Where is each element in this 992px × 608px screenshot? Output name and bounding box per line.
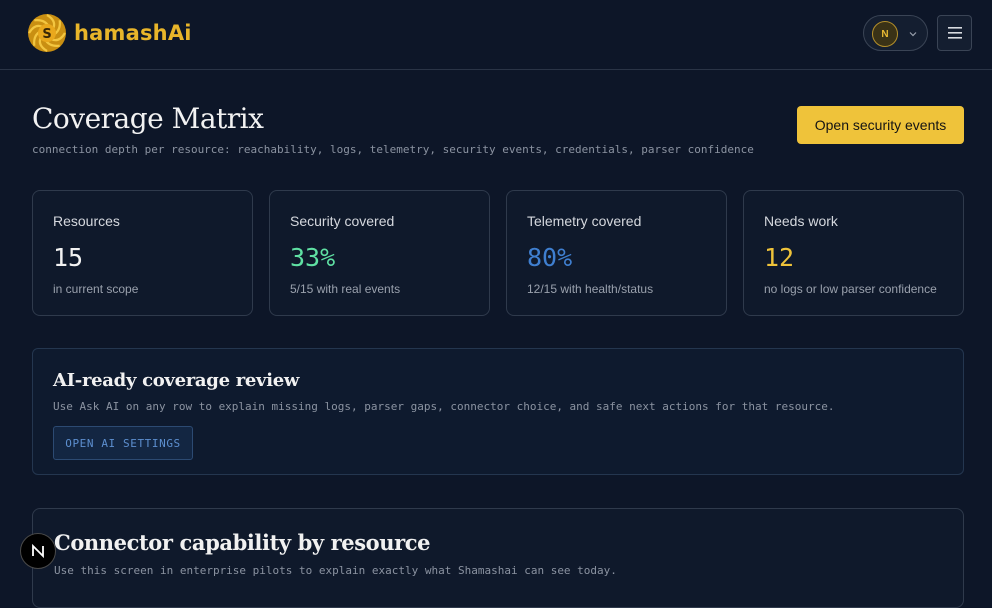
connector-panel-title: Connector capability by resource — [54, 530, 431, 555]
hamburger-menu-button[interactable] — [937, 15, 972, 51]
letter-n-icon — [32, 543, 44, 559]
stat-value: 80% — [527, 243, 573, 272]
stat-value: 15 — [53, 243, 84, 272]
stat-label: Needs work — [764, 213, 838, 229]
stat-caption: no logs or low parser confidence — [764, 282, 937, 296]
ai-panel-description: Use Ask AI on any row to explain missing… — [53, 400, 835, 413]
stat-value: 12 — [764, 243, 795, 272]
hamburger-icon — [947, 27, 962, 39]
page-subtitle: connection depth per resource: reachabil… — [32, 143, 754, 156]
stat-caption: 5/15 with real events — [290, 282, 401, 296]
stat-label: Resources — [53, 213, 120, 229]
chevron-down-icon — [909, 32, 917, 37]
stat-label: Telemetry covered — [527, 213, 642, 229]
svg-text:S: S — [42, 27, 51, 42]
stat-card-resources: Resources 15 in current scope — [32, 190, 253, 316]
avatar: N — [872, 21, 898, 47]
stat-card-telemetry-covered: Telemetry covered 80% 12/15 with health/… — [506, 190, 727, 316]
top-bar: S hamashAi N — [0, 0, 992, 70]
stat-caption: 12/15 with health/status — [527, 282, 654, 296]
brand-name[interactable]: hamashAi — [74, 21, 192, 45]
stat-caption: in current scope — [53, 282, 139, 296]
stat-label: Security covered — [290, 213, 395, 229]
connector-panel-description: Use this screen in enterprise pilots to … — [54, 564, 617, 577]
dev-tools-badge[interactable] — [20, 533, 56, 569]
ai-panel-title: AI-ready coverage review — [53, 370, 300, 391]
connector-capability-panel: Connector capability by resource Use thi… — [32, 508, 964, 608]
page-title: Coverage Matrix — [32, 102, 264, 135]
stat-card-needs-work: Needs work 12 no logs or low parser conf… — [743, 190, 964, 316]
open-security-events-button[interactable]: Open security events — [797, 106, 964, 144]
user-menu-button[interactable]: N — [863, 15, 928, 51]
brand-logo-icon[interactable]: S — [26, 12, 72, 54]
open-ai-settings-button[interactable]: OPEN AI SETTINGS — [53, 426, 193, 460]
stat-value: 33% — [290, 243, 336, 272]
ai-coverage-review-panel: AI-ready coverage review Use Ask AI on a… — [32, 348, 964, 475]
stat-card-security-covered: Security covered 33% 5/15 with real even… — [269, 190, 490, 316]
